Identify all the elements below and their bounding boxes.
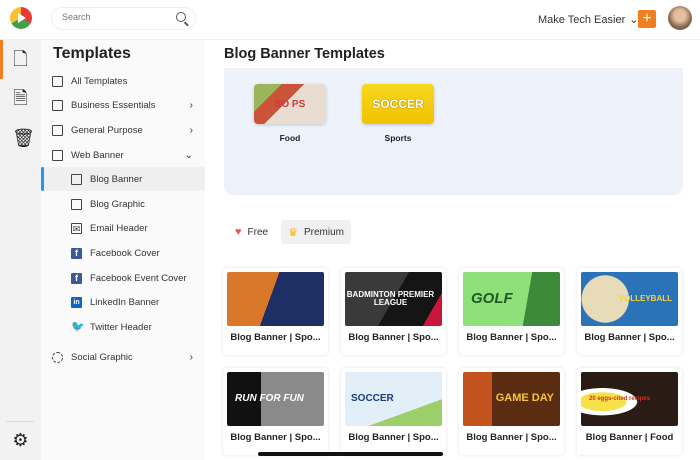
- category-label: Food: [279, 133, 301, 143]
- home-indicator: [258, 452, 443, 456]
- facebook-icon: f: [71, 272, 82, 284]
- org-switcher[interactable]: Make Tech Easier ⌄: [538, 13, 638, 27]
- document-icon[interactable]: 🗋: [12, 49, 29, 69]
- sidebar-item-label: Facebook Cover: [90, 247, 160, 259]
- template-thumbnail: GAME DAY: [463, 372, 560, 426]
- template-label: Blog Banner | Spo...: [466, 332, 557, 343]
- main-content: Blog Banner Templates SO PS Food SOCCER …: [205, 40, 700, 460]
- category-label: Sports: [384, 133, 412, 143]
- template-thumbnail: 20 eggs-cited recipes: [581, 372, 678, 426]
- sidebar-item-web-banner[interactable]: Web Banner ⌄: [41, 143, 205, 167]
- active-indicator: [0, 40, 3, 79]
- template-label: Blog Banner | Spo...: [230, 332, 321, 343]
- add-button[interactable]: +: [638, 10, 656, 28]
- template-thumbnail: BADMINTON PREMIER LEAGUE: [345, 272, 442, 326]
- template-label: Blog Banner | Spo...: [230, 432, 321, 443]
- category-sports[interactable]: SOCCER Sports: [362, 84, 434, 143]
- text-document-icon[interactable]: 🗎: [12, 88, 29, 108]
- category-thumbnail: SO PS: [254, 84, 326, 124]
- template-card[interactable]: GAME DAY Blog Banner | Spo...: [459, 368, 564, 455]
- search-box[interactable]: [51, 7, 196, 30]
- sidebar-item-label: LinkedIn Banner: [90, 296, 160, 308]
- sidebar-item-business-essentials[interactable]: Business Essentials ›: [41, 93, 205, 117]
- top-bar: Make Tech Easier ⌄ +: [0, 0, 700, 40]
- sidebar-item-label: General Purpose: [71, 124, 143, 136]
- chevron-right-icon: ›: [189, 351, 193, 363]
- template-label: Blog Banner | Spo...: [348, 432, 439, 443]
- web-banner-icon: [52, 149, 63, 161]
- blog-graphic-icon: [71, 198, 82, 210]
- template-label: Blog Banner | Spo...: [348, 332, 439, 343]
- sidebar-item-label: Web Banner: [71, 149, 124, 161]
- sidebar-item-label: Blog Graphic: [90, 198, 145, 210]
- template-label: Blog Banner | Spo...: [466, 432, 557, 443]
- tab-premium[interactable]: ♛ Premium: [281, 220, 351, 244]
- tab-label: Premium: [303, 226, 344, 238]
- tab-label: Free: [247, 226, 269, 238]
- chevron-down-icon: ⌄: [184, 149, 193, 161]
- template-thumbnail: VOLLEYBALL: [581, 272, 678, 326]
- grid-icon: [52, 75, 63, 87]
- tab-free[interactable]: ♥ Free: [228, 220, 275, 244]
- sidebar-item-label: All Templates: [71, 75, 128, 87]
- template-thumbnail: RUN FOR FUN: [227, 372, 324, 426]
- trash-icon[interactable]: 🗑: [12, 128, 35, 148]
- sidebar-item-blog-banner[interactable]: Blog Banner: [41, 167, 205, 191]
- sidebar-item-label: Business Essentials: [71, 99, 156, 111]
- building-icon: [52, 99, 63, 111]
- sidebar-item-general-purpose[interactable]: General Purpose ›: [41, 118, 205, 142]
- search-icon[interactable]: [176, 12, 186, 22]
- avatar[interactable]: [668, 6, 692, 30]
- template-card[interactable]: GOLF Blog Banner | Spo...: [459, 268, 564, 355]
- gear-icon[interactable]: ⚙: [12, 430, 29, 450]
- facebook-icon: f: [71, 247, 82, 259]
- social-icon: [52, 351, 63, 363]
- chevron-right-icon: ›: [189, 99, 193, 111]
- org-name: Make Tech Easier: [538, 13, 626, 26]
- icon-rail: 🗋 🗎 🗑 ⚙: [0, 40, 41, 460]
- crown-icon: ♛: [288, 226, 298, 239]
- template-card[interactable]: BADMINTON PREMIER LEAGUE Blog Banner | Sp…: [341, 268, 446, 355]
- template-label: Blog Banner | Food: [585, 432, 674, 443]
- template-label: Blog Banner | Spo...: [584, 332, 675, 343]
- template-card[interactable]: RUN FOR FUN Blog Banner | Spo...: [223, 368, 328, 455]
- heart-icon: ♥: [235, 226, 242, 238]
- linkedin-icon: in: [71, 296, 82, 308]
- envelope-icon: ✉: [71, 222, 82, 234]
- twitter-icon: 🐦: [71, 320, 85, 333]
- blog-banner-icon: [71, 173, 82, 185]
- sidebar-item-label: Facebook Event Cover: [90, 272, 187, 284]
- sidebar-item-twitter-header[interactable]: 🐦 Twitter Header: [41, 315, 205, 339]
- sidebar-item-email-header[interactable]: ✉ Email Header: [41, 216, 205, 240]
- template-thumbnail: GOLF: [463, 272, 560, 326]
- card-icon: [52, 124, 63, 136]
- sidebar-item-blog-graphic[interactable]: Blog Graphic: [41, 192, 205, 216]
- sidebar-item-label: Blog Banner: [90, 173, 143, 185]
- sidebar-item-label: Email Header: [90, 222, 148, 234]
- sidebar-item-label: Twitter Header: [90, 321, 152, 333]
- sidebar-item-all-templates[interactable]: All Templates: [41, 69, 205, 93]
- divider: [6, 421, 34, 422]
- category-food[interactable]: SO PS Food: [254, 84, 326, 143]
- app-logo[interactable]: [10, 7, 32, 29]
- template-card[interactable]: SOCCER Blog Banner | Spo...: [341, 368, 446, 455]
- sidebar-title: Templates: [53, 45, 131, 62]
- filter-tabs: ♥ Free ♛ Premium: [228, 220, 351, 244]
- template-card[interactable]: VOLLEYBALL Blog Banner | Spo...: [577, 268, 682, 355]
- sidebar-item-social-graphic[interactable]: Social Graphic ›: [41, 345, 205, 369]
- search-input[interactable]: [62, 12, 167, 22]
- sidebar-item-facebook-event-cover[interactable]: f Facebook Event Cover: [41, 266, 205, 290]
- category-thumbnail: SOCCER: [362, 84, 434, 124]
- page-title: Blog Banner Templates: [224, 46, 385, 62]
- templates-sidebar: Templates All Templates Business Essenti…: [41, 40, 205, 460]
- sidebar-item-label: Social Graphic: [71, 351, 133, 363]
- sidebar-item-facebook-cover[interactable]: f Facebook Cover: [41, 241, 205, 265]
- template-card[interactable]: 20 eggs-cited recipes Blog Banner | Food: [577, 368, 682, 455]
- category-panel: SO PS Food SOCCER Sports: [224, 68, 683, 195]
- sidebar-item-linkedin-banner[interactable]: in LinkedIn Banner: [41, 290, 205, 314]
- template-card[interactable]: Blog Banner | Spo...: [223, 268, 328, 355]
- template-thumbnail: SOCCER: [345, 372, 442, 426]
- chevron-right-icon: ›: [189, 124, 193, 136]
- template-thumbnail: [227, 272, 324, 326]
